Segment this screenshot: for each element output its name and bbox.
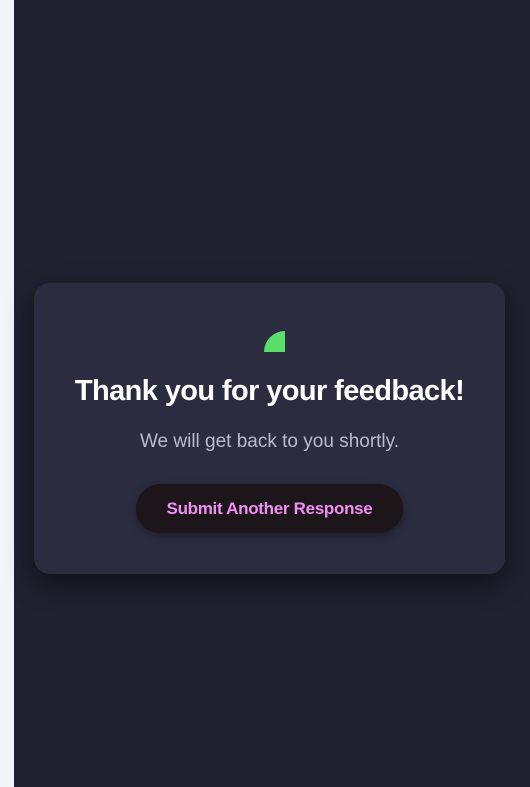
confirmation-title: Thank you for your feedback!: [74, 375, 465, 407]
success-check-icon: [264, 331, 285, 352]
app-background: Thank you for your feedback! We will get…: [14, 0, 530, 787]
submit-another-response-button[interactable]: Submit Another Response: [136, 484, 403, 533]
confirmation-card: Thank you for your feedback! We will get…: [34, 283, 505, 574]
confirmation-message: We will get back to you shortly.: [139, 431, 400, 452]
